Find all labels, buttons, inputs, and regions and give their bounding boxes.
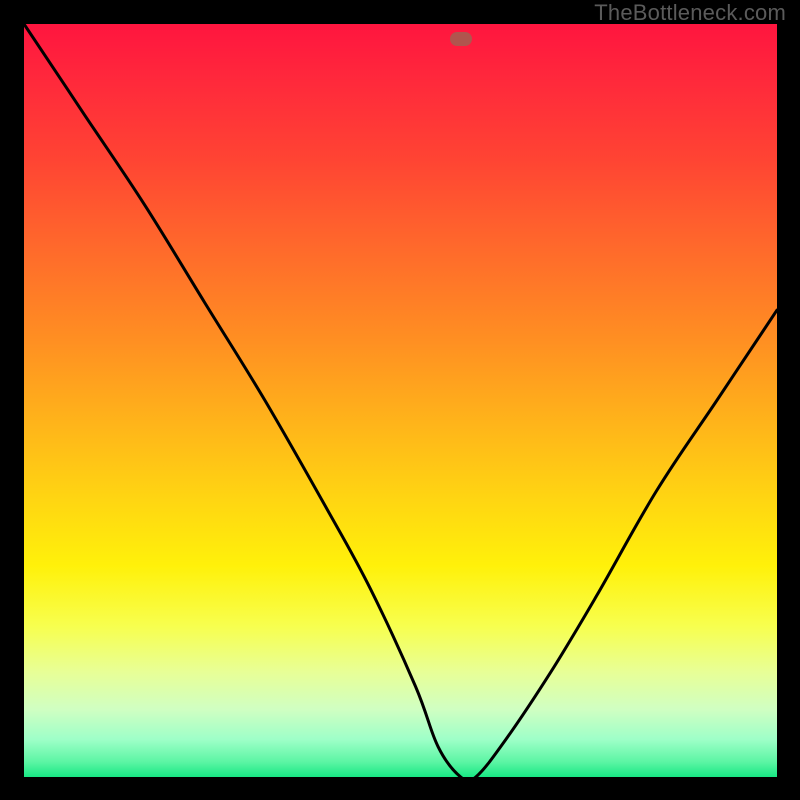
bottleneck-curve — [24, 24, 777, 777]
chart-frame: TheBottleneck.com — [0, 0, 800, 800]
optimal-point-marker — [450, 32, 472, 46]
plot-area — [24, 24, 777, 777]
watermark-text: TheBottleneck.com — [594, 0, 786, 26]
